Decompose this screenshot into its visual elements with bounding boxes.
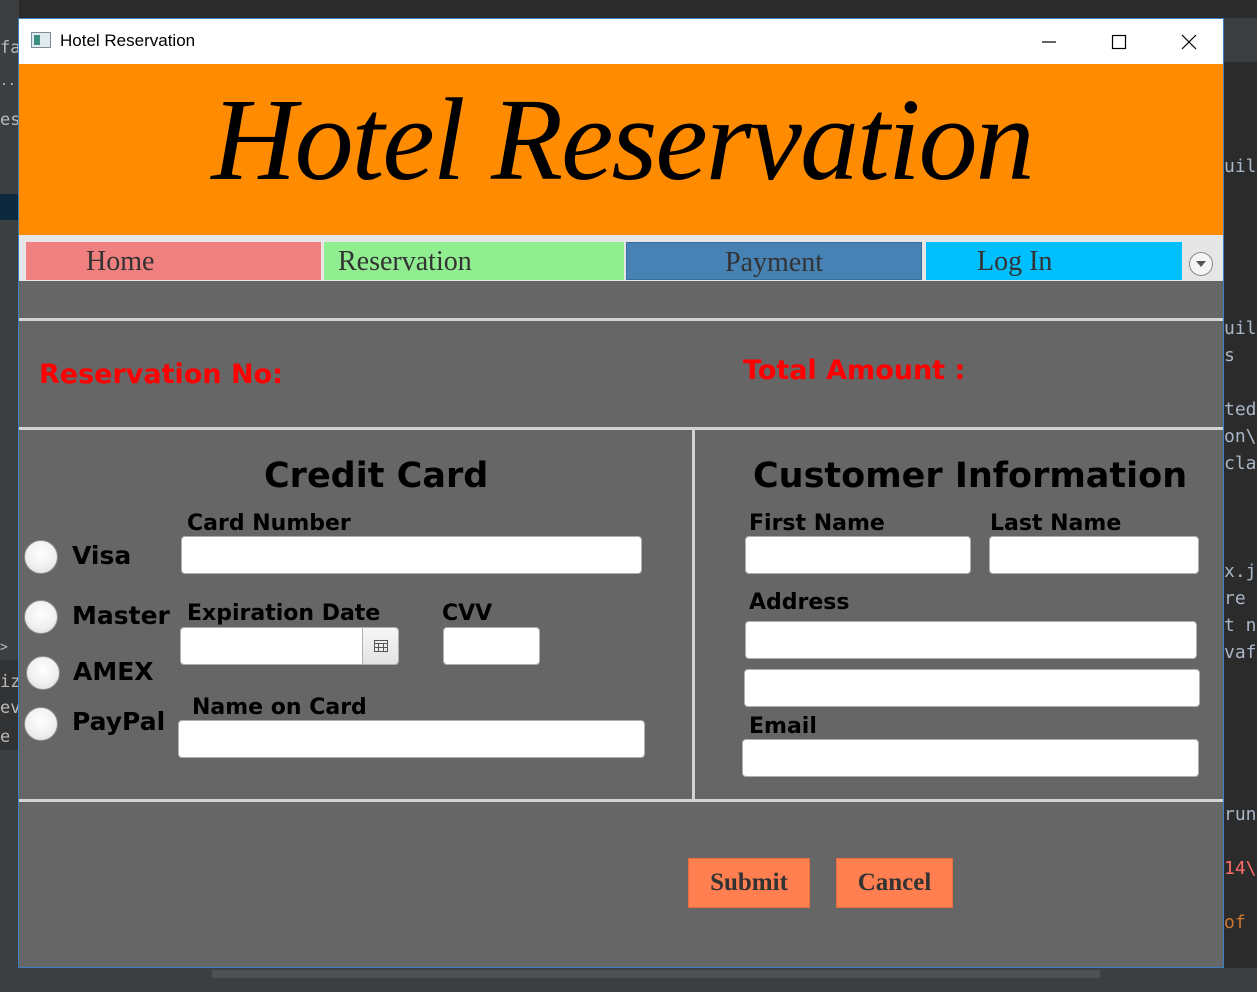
background-ide-right: uil uil s ted on\ cla x.j re t n vaf run…: [1224, 0, 1257, 992]
name-on-card-input[interactable]: [178, 720, 645, 758]
ide-code-fragment: t n: [1224, 615, 1257, 636]
ide-toolbar: [1224, 18, 1257, 62]
ide-fragment: >: [0, 640, 8, 655]
last-name-label: Last Name: [990, 511, 1122, 536]
ide-code-fragment: on\: [1224, 426, 1257, 447]
minimize-button[interactable]: [1026, 19, 1072, 64]
app-icon: [31, 32, 51, 48]
email-label: Email: [749, 714, 817, 739]
address-line-2-input[interactable]: [744, 669, 1200, 707]
ide-code-fragment: 14\: [1224, 858, 1257, 879]
section-divider: [692, 430, 695, 802]
divider: [19, 427, 1223, 430]
amex-radio[interactable]: [26, 656, 60, 690]
divider: [19, 318, 1223, 321]
ide-scrollbar: [212, 970, 1100, 978]
ide-code-fragment: s: [1224, 345, 1235, 366]
ide-code-fragment: re: [1224, 588, 1246, 609]
hotel-reservation-window: Hotel Reservation Hotel Reservation Home…: [18, 18, 1224, 968]
card-number-label: Card Number: [187, 511, 351, 536]
tab-payment[interactable]: Payment: [626, 242, 922, 280]
calendar-icon: [373, 640, 388, 652]
expiration-date-input[interactable]: [180, 627, 364, 665]
background-ide-bottom: [0, 968, 1257, 992]
visa-radio[interactable]: [24, 540, 58, 574]
visa-label: Visa: [72, 541, 132, 570]
master-label: Master: [72, 601, 170, 630]
ide-code-fragment: run: [1224, 804, 1257, 825]
date-picker-button[interactable]: [362, 627, 399, 665]
ide-code-fragment: cla: [1224, 453, 1257, 474]
tab-reservation[interactable]: Reservation: [324, 242, 624, 280]
ide-code-fragment: uil: [1224, 156, 1257, 177]
background-ide-left: fa ... es > iza ev e n: [0, 0, 31, 992]
ide-code-fragment: vaf: [1224, 642, 1257, 663]
first-name-label: First Name: [749, 511, 885, 536]
maximize-button[interactable]: [1096, 19, 1142, 64]
title-bar: Hotel Reservation: [19, 19, 1223, 64]
cvv-label: CVV: [442, 601, 493, 626]
credit-card-title: Credit Card: [264, 456, 489, 496]
paypal-label: PayPal: [72, 707, 166, 736]
banner-title: Hotel Reservation: [211, 74, 1034, 205]
email-input[interactable]: [742, 739, 1199, 777]
tab-overflow-menu-button[interactable]: [1189, 252, 1213, 276]
paypal-radio[interactable]: [24, 707, 58, 741]
tab-bar: Home Reservation Payment Log In: [19, 235, 1223, 281]
reservation-no-label: Reservation No:: [39, 359, 283, 390]
total-amount-label: Total Amount :: [743, 355, 966, 386]
name-on-card-label: Name on Card: [192, 695, 367, 720]
cancel-button[interactable]: Cancel: [836, 858, 953, 908]
ide-code-fragment: ted: [1224, 399, 1257, 420]
card-number-input[interactable]: [181, 536, 642, 574]
last-name-input[interactable]: [989, 536, 1199, 574]
ide-code-fragment: x.j: [1224, 561, 1257, 582]
customer-information-title: Customer Information: [753, 456, 1188, 496]
ide-code-fragment: uil: [1224, 318, 1257, 339]
first-name-input[interactable]: [745, 536, 971, 574]
submit-button[interactable]: Submit: [688, 858, 810, 908]
minimize-icon: [1042, 40, 1056, 43]
tab-log-in[interactable]: Log In: [926, 242, 1182, 280]
chevron-down-icon: [1196, 261, 1206, 267]
maximize-icon: [1111, 34, 1127, 49]
ide-selection-band: [0, 194, 19, 220]
address-line-1-input[interactable]: [745, 621, 1197, 659]
ide-code-fragment: of: [1224, 912, 1246, 933]
address-label: Address: [749, 590, 850, 615]
window-title: Hotel Reservation: [60, 31, 196, 50]
divider: [19, 799, 1223, 802]
expiration-date-label: Expiration Date: [187, 601, 381, 626]
amex-label: AMEX: [73, 657, 154, 686]
close-icon: [1181, 34, 1197, 49]
close-button[interactable]: [1166, 19, 1212, 64]
header-banner: Hotel Reservation: [19, 64, 1223, 235]
cvv-input[interactable]: [443, 627, 540, 665]
master-radio[interactable]: [24, 600, 58, 634]
tab-home[interactable]: Home: [26, 242, 321, 280]
